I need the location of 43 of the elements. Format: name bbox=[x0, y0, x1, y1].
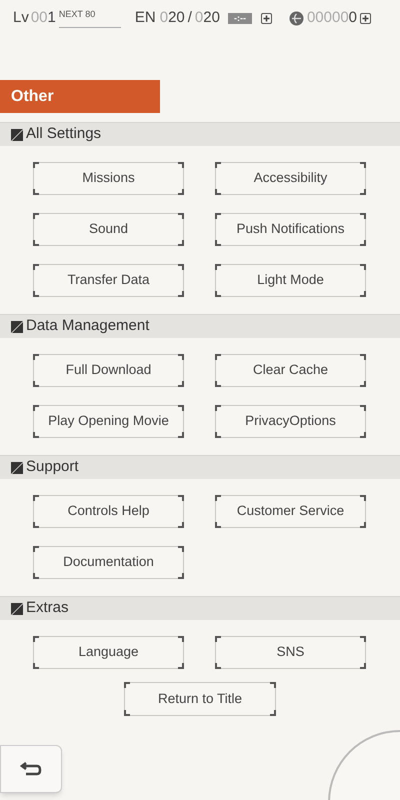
level-label: Lv bbox=[13, 8, 29, 28]
section-icon bbox=[11, 128, 23, 140]
level-padding: 00 bbox=[30, 8, 48, 28]
settings-button[interactable]: PrivacyOptions bbox=[215, 405, 366, 438]
settings-button[interactable]: Sound bbox=[33, 213, 184, 246]
back-button[interactable] bbox=[0, 745, 62, 793]
section-title: Support bbox=[26, 457, 79, 478]
energy-label: EN bbox=[134, 8, 156, 28]
settings-button[interactable]: Transfer Data bbox=[33, 264, 184, 297]
back-arrow-icon bbox=[20, 761, 42, 777]
separator: / bbox=[188, 8, 192, 28]
timer-badge: -:-- bbox=[228, 13, 252, 24]
settings-button[interactable]: Push Notifications bbox=[215, 213, 366, 246]
section-title: All Settings bbox=[26, 124, 102, 144]
settings-button[interactable]: SNS bbox=[215, 636, 366, 669]
return-to-title-button[interactable]: Return to Title bbox=[124, 682, 276, 716]
section-icon bbox=[11, 320, 23, 332]
energy-value: 20 bbox=[168, 8, 185, 28]
plus-icon[interactable] bbox=[260, 13, 272, 24]
page-title: Other bbox=[11, 86, 54, 106]
energy-max: 20 bbox=[203, 8, 220, 28]
section-title: Data Management bbox=[26, 316, 150, 336]
settings-button[interactable]: Clear Cache bbox=[215, 354, 366, 387]
settings-button[interactable]: Customer Service bbox=[215, 495, 366, 528]
settings-button[interactable]: Missions bbox=[33, 162, 184, 195]
energy-max-padding: 0 bbox=[194, 8, 204, 28]
settings-button[interactable]: Accessibility bbox=[215, 162, 366, 195]
settings-button[interactable]: Play Opening Movie bbox=[33, 405, 184, 438]
coin-icon bbox=[288, 11, 304, 26]
energy-padding: 0 bbox=[160, 8, 168, 28]
section-title: Extras bbox=[26, 598, 69, 618]
plus-icon[interactable] bbox=[360, 13, 372, 24]
coins-padding: 00000 bbox=[306, 8, 349, 28]
settings-button[interactable]: Controls Help bbox=[33, 495, 184, 528]
section-icon bbox=[11, 462, 23, 474]
coins-value: 0 bbox=[348, 8, 358, 28]
next-level-text: NEXT 80 bbox=[58, 5, 121, 28]
settings-button[interactable]: Language bbox=[33, 636, 184, 669]
settings-button[interactable]: Documentation bbox=[33, 546, 184, 579]
settings-button[interactable]: Light Mode bbox=[215, 264, 366, 297]
level-value: 1 bbox=[48, 8, 56, 28]
section-icon bbox=[11, 602, 23, 614]
settings-button[interactable]: Full Download bbox=[33, 354, 184, 387]
